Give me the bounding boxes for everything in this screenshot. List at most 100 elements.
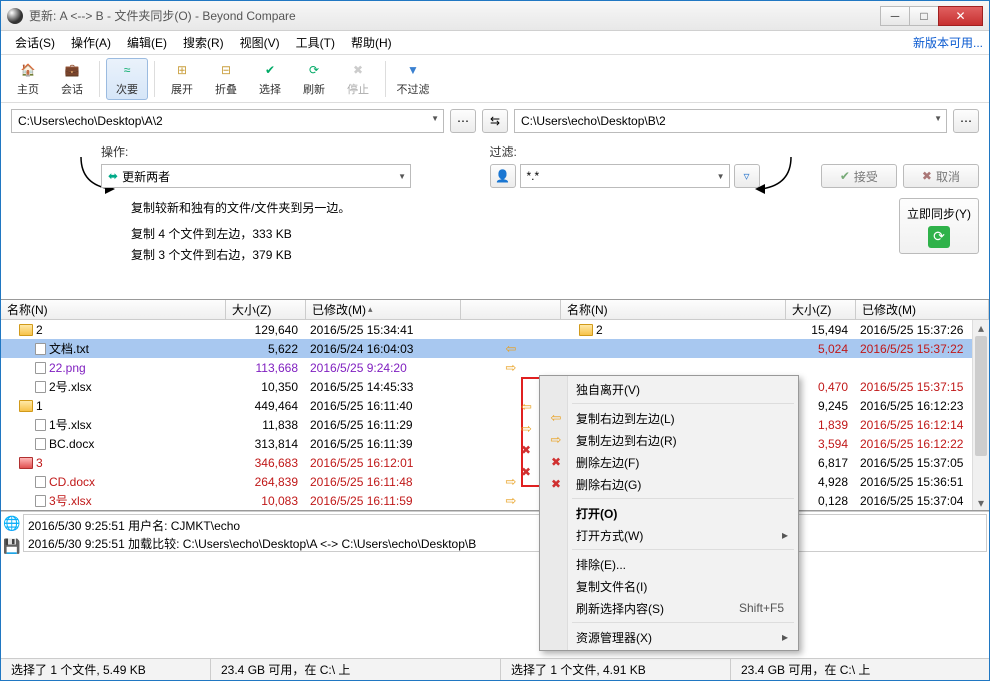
summary-line1: 复制较新和独有的文件/文件夹到另一边。 <box>131 198 899 218</box>
col-mid <box>461 300 561 319</box>
ctx-explorer[interactable]: 资源管理器(X)▸ <box>542 626 796 648</box>
titlebar: 更新: A <--> B - 文件夹同步(O) - Beyond Compare… <box>1 1 989 31</box>
scroll-down-icon[interactable]: ▾ <box>973 495 989 510</box>
x-icon: ✖ <box>547 455 565 469</box>
grid-body[interactable]: 2129,6402016/5/25 15:34:41215,4942016/5/… <box>1 320 989 510</box>
status-left-sel: 选择了 1 个文件, 5.49 KB <box>1 659 211 680</box>
col-modified-right[interactable]: 已修改(M) <box>856 300 989 319</box>
ctx-refresh-sel[interactable]: 刷新选择内容(S)Shift+F5 <box>542 597 796 619</box>
status-left-disk: 23.4 GB 可用，在 C:\ 上 <box>211 659 501 680</box>
toolbar: 🏠主页 💼会话 ≈次要 ⊞展开 ⊟折叠 ✔选择 ⟳刷新 ✖停止 ▼不过滤 <box>1 55 989 103</box>
chevron-down-icon[interactable]: ▼ <box>431 114 439 123</box>
op-combo[interactable]: ⬌ 更新两者 ▼ <box>101 164 411 188</box>
funnel-icon: ▼ <box>404 61 422 79</box>
table-row[interactable]: 2号.xlsx10,3502016/5/25 14:45:330,4702016… <box>1 377 989 396</box>
left-browse-button[interactable]: ⋯ <box>450 109 476 133</box>
col-name-left[interactable]: 名称(N) <box>1 300 226 319</box>
expand-icon: ⊞ <box>173 61 191 79</box>
chevron-down-icon[interactable]: ▼ <box>717 172 725 181</box>
menu-help[interactable]: 帮助(H) <box>343 32 400 53</box>
scrollbar[interactable]: ▴ ▾ <box>972 320 989 510</box>
scroll-up-icon[interactable]: ▴ <box>973 320 989 335</box>
table-row[interactable]: 3346,6832016/5/25 16:12:016,8172016/5/25… <box>1 453 989 472</box>
cancel-button[interactable]: ✖取消 <box>903 164 979 188</box>
chevron-down-icon[interactable]: ▼ <box>934 114 942 123</box>
context-menu: 独自离开(V) ⇦复制右边到左边(L) ⇨复制左边到右边(R) ✖删除左边(F)… <box>539 375 799 651</box>
sync-label: 立即同步(Y) <box>907 205 971 222</box>
save-icon[interactable]: 💾 <box>3 538 20 555</box>
table-row[interactable]: 1449,4642016/5/25 16:11:409,2452016/5/25… <box>1 396 989 415</box>
maximize-button[interactable]: □ <box>909 6 939 26</box>
tb-refresh[interactable]: ⟳刷新 <box>293 58 335 100</box>
app-icon <box>7 8 23 24</box>
table-row[interactable]: 3号.xlsx10,0832016/5/25 16:11:59⇨0,128201… <box>1 491 989 510</box>
tb-home[interactable]: 🏠主页 <box>7 58 49 100</box>
sync-now-button[interactable]: 立即同步(Y) ⟳ <box>899 198 979 254</box>
table-row[interactable]: 文档.txt5,6222016/5/24 16:04:03⇦5,0242016/… <box>1 339 989 358</box>
tb-stop: ✖停止 <box>337 58 379 100</box>
table-row[interactable]: 2129,6402016/5/25 15:34:41215,4942016/5/… <box>1 320 989 339</box>
menu-session[interactable]: 会话(S) <box>7 32 63 53</box>
ctx-open-alone[interactable]: 独自离开(V) <box>542 378 796 400</box>
filter-preset-button[interactable]: 👤 <box>490 164 516 188</box>
tb-secondary[interactable]: ≈次要 <box>106 58 148 100</box>
left-path-input[interactable]: C:\Users\echo\Desktop\A\2 ▼ <box>11 109 444 133</box>
table-row[interactable]: CD.docx264,8392016/5/25 16:11:48⇨4,92820… <box>1 472 989 491</box>
tb-select[interactable]: ✔选择 <box>249 58 291 100</box>
log-text[interactable]: 2016/5/30 9:25:51 用户名: CJMKT\echo 2016/5… <box>23 514 987 552</box>
op-value: 更新两者 <box>122 168 170 185</box>
ctx-exclude[interactable]: 排除(E)... <box>542 553 796 575</box>
table-row[interactable]: 22.png113,6682016/5/25 9:24:20⇨ <box>1 358 989 377</box>
menu-edit[interactable]: 编辑(E) <box>119 32 175 53</box>
x-icon: ✖ <box>547 477 565 491</box>
minimize-button[interactable]: ─ <box>880 6 910 26</box>
arrow-left-icon: ⇦ <box>521 399 532 421</box>
summary-line2: 复制 4 个文件到左边，333 KB <box>131 224 899 244</box>
menu-view[interactable]: 视图(V) <box>232 32 288 53</box>
ctx-del-left[interactable]: ✖删除左边(F) <box>542 451 796 473</box>
window-title: 更新: A <--> B - 文件夹同步(O) - Beyond Compare <box>29 7 881 24</box>
left-path-text: C:\Users\echo\Desktop\A\2 <box>18 114 163 128</box>
filter-value: *.* <box>527 169 540 183</box>
right-path-input[interactable]: C:\Users\echo\Desktop\B\2▼ <box>514 109 947 133</box>
col-name-right[interactable]: 名称(N) <box>561 300 786 319</box>
arrow-right-icon: ⇨ <box>547 432 565 448</box>
col-modified-left[interactable]: 已修改(M) <box>306 300 461 319</box>
chevron-down-icon[interactable]: ▼ <box>398 172 406 181</box>
filter-funnel-button[interactable]: ▿ <box>734 164 760 188</box>
refresh-icon: ⟳ <box>305 61 323 79</box>
ctx-open[interactable]: 打开(O) <box>542 502 796 524</box>
ctx-copy-r2l[interactable]: ⇦复制右边到左边(L) <box>542 407 796 429</box>
arrow-left-icon: ⇦ <box>547 410 565 426</box>
globe-icon[interactable]: 🌐 <box>3 515 20 532</box>
right-browse-button[interactable]: ⋯ <box>953 109 979 133</box>
tb-collapse[interactable]: ⊟折叠 <box>205 58 247 100</box>
log-line2: 2016/5/30 9:25:51 加载比较: C:\Users\echo\De… <box>28 535 982 552</box>
filter-label: 过滤: <box>490 143 760 160</box>
table-row[interactable]: 1号.xlsx11,8382016/5/25 16:11:291,8392016… <box>1 415 989 434</box>
close-button[interactable]: ✕ <box>938 6 983 26</box>
menu-search[interactable]: 搜索(R) <box>175 32 232 53</box>
ctx-open-with[interactable]: 打开方式(W)▸ <box>542 524 796 546</box>
tb-expand[interactable]: ⊞展开 <box>161 58 203 100</box>
summary-line3: 复制 3 个文件到右边，379 KB <box>131 245 899 265</box>
home-icon: 🏠 <box>19 61 37 79</box>
scroll-thumb[interactable] <box>975 336 987 456</box>
x-icon: ✖ <box>922 169 932 183</box>
ctx-copy-l2r[interactable]: ⇨复制左边到右边(R) <box>542 429 796 451</box>
tb-session[interactable]: 💼会话 <box>51 58 93 100</box>
tb-nofilter[interactable]: ▼不过滤 <box>392 58 434 100</box>
accept-button[interactable]: ✔接受 <box>821 164 897 188</box>
filter-combo[interactable]: *.* ▼ <box>520 164 730 188</box>
col-size-left[interactable]: 大小(Z) <box>226 300 306 319</box>
ctx-copy-name[interactable]: 复制文件名(I) <box>542 575 796 597</box>
swap-button[interactable]: ⇆ <box>482 109 508 133</box>
check-icon: ✔ <box>840 169 850 183</box>
operation-row: 操作: ⬌ 更新两者 ▼ 过滤: 👤 *.* ▼ ▿ ✔接受 ✖取消 <box>1 139 989 192</box>
new-version-link[interactable]: 新版本可用... <box>913 34 983 51</box>
col-size-right[interactable]: 大小(Z) <box>786 300 856 319</box>
menu-tools[interactable]: 工具(T) <box>288 32 343 53</box>
table-row[interactable]: BC.docx313,8142016/5/25 16:11:393,594201… <box>1 434 989 453</box>
ctx-del-right[interactable]: ✖删除右边(G) <box>542 473 796 495</box>
menu-action[interactable]: 操作(A) <box>63 32 119 53</box>
